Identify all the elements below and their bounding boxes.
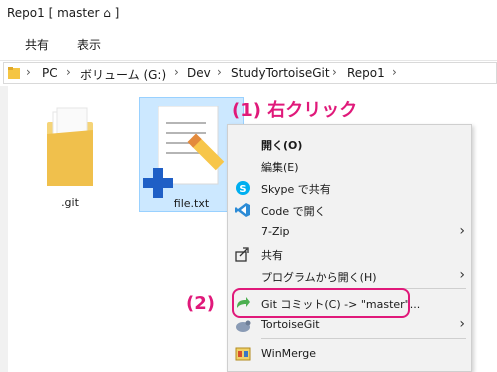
menu-item-label: 編集(E) — [261, 161, 299, 174]
breadcrumb-studytortoisegit[interactable]: StudyTortoiseGit — [231, 66, 330, 80]
menu-item-open-with[interactable]: プログラムから開く(H) › — [228, 265, 471, 287]
chevron-right-icon[interactable]: › — [392, 65, 397, 79]
svg-text:S: S — [239, 184, 246, 195]
menu-item-label: 共有 — [261, 249, 283, 262]
file-item-git[interactable]: .git — [30, 96, 110, 212]
menu-item-edit[interactable]: 編集(E) — [228, 155, 471, 177]
chevron-right-icon[interactable]: › — [26, 65, 31, 79]
chevron-right-icon: › — [459, 316, 465, 332]
breadcrumb-dev[interactable]: Dev — [187, 66, 211, 80]
tortoisegit-icon — [236, 320, 251, 332]
breadcrumb-repo1[interactable]: Repo1 — [347, 66, 385, 80]
menu-separator — [261, 338, 466, 339]
chevron-right-icon[interactable]: › — [217, 65, 222, 79]
chevron-right-icon: › — [459, 223, 465, 239]
tab-view[interactable]: 表示 — [77, 36, 101, 53]
menu-item-label: Skype で共有 — [261, 183, 331, 196]
vscode-icon — [235, 203, 250, 217]
folder-icon — [8, 67, 20, 79]
address-bar[interactable]: › PC › ボリューム (G:) › Dev › StudyTortoiseG… — [3, 62, 497, 84]
menu-item-skype-share[interactable]: S Skype で共有 — [228, 177, 471, 199]
skype-icon: S — [236, 181, 250, 195]
file-name: .git — [61, 196, 79, 209]
menu-item-label: プログラムから開く(H) — [261, 271, 377, 284]
annotation-step2: (2) — [186, 293, 215, 314]
chevron-right-icon[interactable]: › — [174, 65, 179, 79]
menu-item-label: Code で開く — [261, 205, 326, 218]
title-bar: Repo1 [ master ⌂ ] — [0, 0, 497, 26]
folder-icon — [47, 107, 93, 186]
tab-share[interactable]: 共有 — [25, 36, 49, 53]
breadcrumb-volume[interactable]: ボリューム (G:) — [80, 66, 166, 83]
menu-item-label: TortoiseGit — [261, 318, 320, 331]
menu-item-7zip[interactable]: 7-Zip › — [228, 221, 471, 243]
highlight-annotation — [232, 288, 410, 318]
menu-item-open-with-code[interactable]: Code で開く — [228, 199, 471, 221]
git-plus-icon — [143, 168, 173, 198]
menu-item-label: 7-Zip — [261, 225, 290, 238]
menu-item-open[interactable]: 開く(O) — [228, 133, 471, 155]
ribbon: 共有 表示 — [0, 26, 497, 61]
chevron-right-icon[interactable]: › — [66, 65, 71, 79]
menu-item-share[interactable]: 共有 — [228, 243, 471, 265]
window-title: Repo1 [ master ⌂ ] — [7, 6, 120, 20]
menu-item-winmerge[interactable]: WinMerge — [228, 343, 471, 365]
annotation-right-click: (1) 右クリック — [232, 100, 358, 121]
share-icon — [235, 247, 249, 262]
chevron-right-icon: › — [459, 267, 465, 283]
menu-item-label: 開く(O) — [261, 139, 303, 152]
context-menu: 開く(O) 編集(E) S Skype で共有 Code で開く 7-Zip ›… — [227, 124, 472, 372]
breadcrumb-pc[interactable]: PC — [42, 66, 58, 80]
scrollbar[interactable] — [0, 86, 8, 372]
menu-item-label: WinMerge — [261, 347, 316, 360]
chevron-right-icon[interactable]: › — [332, 65, 337, 79]
winmerge-icon — [235, 347, 251, 361]
